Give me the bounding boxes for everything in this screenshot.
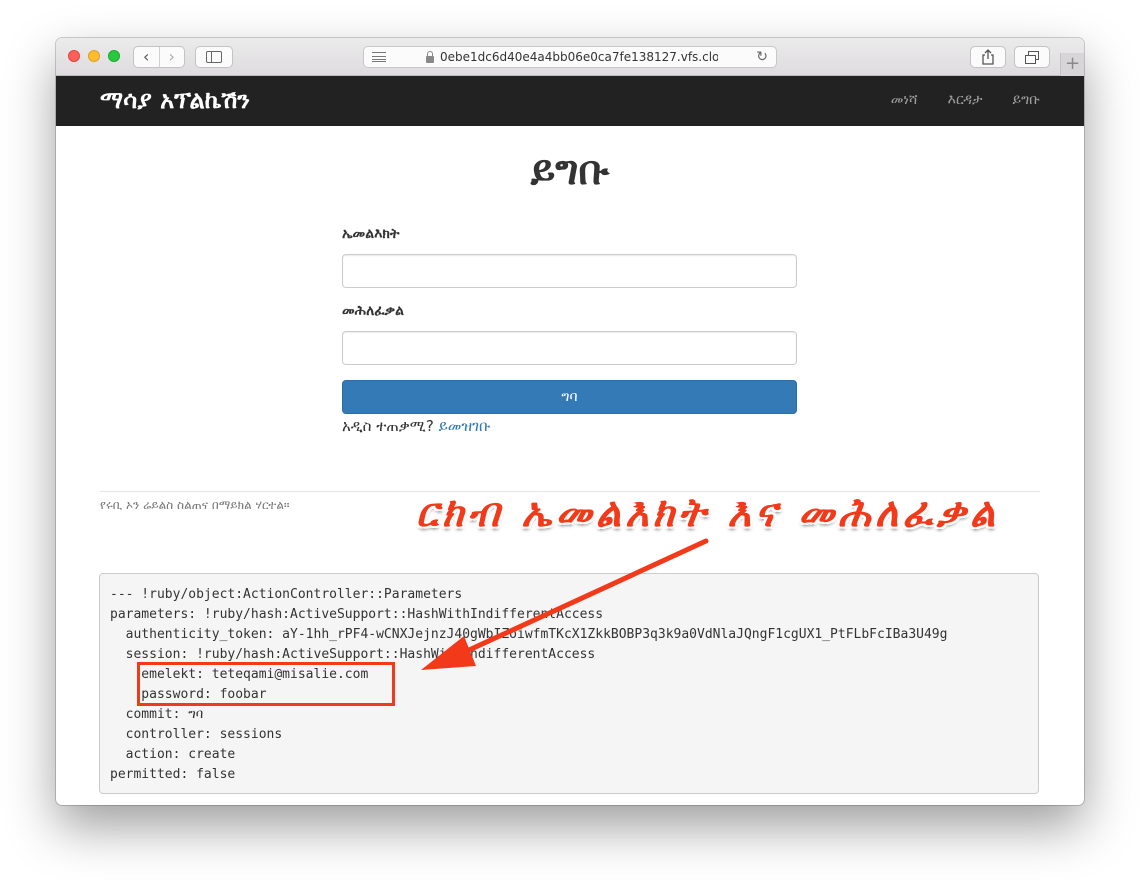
signup-link[interactable]: ይመዝገቡ bbox=[439, 417, 491, 435]
nav-login-link[interactable]: ይግቡ bbox=[1012, 92, 1040, 108]
debug-line: commit: ግባ bbox=[110, 707, 204, 722]
footer-credit: የሩቢ ኦን ሬይልስ ስልጠና በማይክል ሃርተል። bbox=[100, 498, 290, 512]
history-nav: ‹ › bbox=[133, 46, 185, 68]
lock-icon bbox=[426, 50, 434, 63]
debug-line: permitted: false bbox=[110, 767, 236, 782]
email-field[interactable] bbox=[342, 254, 797, 288]
site-navbar: ማሳያ አፕልኬሽን መነሻ እርዳታ ይግቡ bbox=[56, 76, 1084, 126]
sidebar-icon bbox=[206, 51, 222, 63]
annotation-caption: ርክብ ኤመልእክት እና መሕለፈቃል bbox=[416, 490, 1000, 536]
share-icon bbox=[982, 49, 994, 65]
highlight-box bbox=[137, 662, 395, 706]
close-window-button[interactable] bbox=[68, 50, 80, 62]
debug-line: parameters: !ruby/hash:ActiveSupport::Ha… bbox=[110, 607, 604, 622]
url-text: 0ebe1dc6d40e4a4bb06e0ca7fe138127.vfs.clo… bbox=[440, 50, 718, 64]
signup-prompt-text: አዲስ ተጠቃሚ? bbox=[342, 417, 434, 435]
tabs-icon bbox=[1025, 50, 1039, 64]
browser-toolbar: ‹ › 0ebe1dc6d40e4a4bb06e0ca7fe138127.vfs… bbox=[56, 38, 1084, 76]
browser-window: ‹ › 0ebe1dc6d40e4a4bb06e0ca7fe138127.vfs… bbox=[56, 38, 1084, 805]
forward-icon[interactable]: › bbox=[160, 47, 185, 67]
page-title: ይግቡ bbox=[530, 148, 610, 194]
password-label: መሕለፈቃል bbox=[342, 303, 404, 319]
login-submit-button[interactable]: ግባ bbox=[342, 380, 797, 414]
debug-line: action: create bbox=[110, 747, 236, 762]
brand-logo[interactable]: ማሳያ አፕልኬሽን bbox=[100, 86, 250, 114]
nav-links: መነሻ እርዳታ ይግቡ bbox=[891, 92, 1040, 108]
debug-line: --- !ruby/object:ActionController::Param… bbox=[110, 587, 463, 602]
new-tab-button[interactable]: + bbox=[1060, 53, 1084, 76]
login-form: ኤመልእክት መሕለፈቃል ግባ አዲስ ተጠቃሚ? ይመዝገቡ bbox=[342, 226, 797, 435]
minimize-window-button[interactable] bbox=[88, 50, 100, 62]
back-icon[interactable]: ‹ bbox=[134, 47, 160, 67]
nav-home-link[interactable]: መነሻ bbox=[891, 92, 918, 108]
email-label: ኤመልእክት bbox=[342, 226, 400, 242]
sidebar-toggle-button[interactable] bbox=[195, 46, 233, 68]
zoom-window-button[interactable] bbox=[108, 50, 120, 62]
password-field[interactable] bbox=[342, 331, 797, 365]
debug-line: authenticity_token: aY-1hh_rPF4-wCNXJejn… bbox=[110, 627, 948, 642]
signup-prompt: አዲስ ተጠቃሚ? ይመዝገቡ bbox=[342, 417, 797, 435]
reload-icon[interactable]: ↻ bbox=[756, 49, 768, 65]
nav-help-link[interactable]: እርዳታ bbox=[948, 92, 983, 108]
address-bar[interactable]: 0ebe1dc6d40e4a4bb06e0ca7fe138127.vfs.clo… bbox=[363, 46, 777, 68]
tab-overview-button[interactable] bbox=[1014, 46, 1050, 68]
debug-line: controller: sessions bbox=[110, 727, 283, 742]
reader-icon[interactable] bbox=[372, 52, 386, 62]
share-button[interactable] bbox=[970, 46, 1006, 68]
